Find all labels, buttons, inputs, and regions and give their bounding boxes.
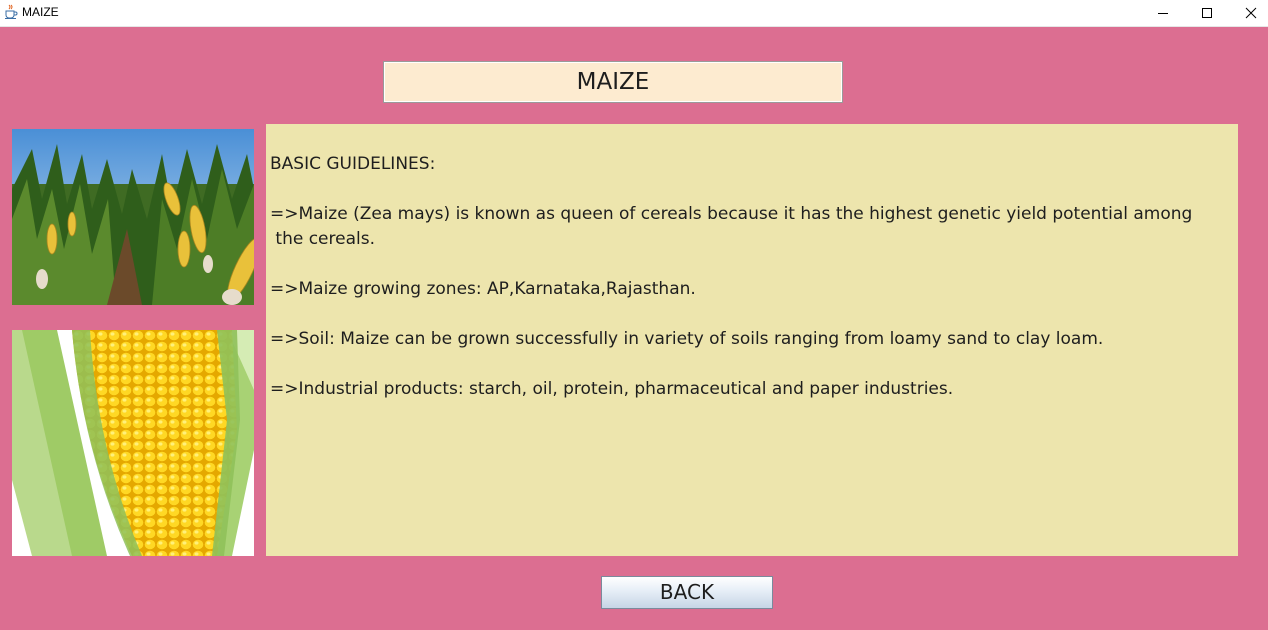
page-title: MAIZE — [383, 61, 843, 103]
guideline-item: =>Maize (Zea mays) is known as queen of … — [270, 204, 1193, 249]
corn-cob-photo — [12, 330, 254, 556]
maximize-icon — [1202, 8, 1212, 18]
guidelines-panel: BASIC GUIDELINES: =>Maize (Zea mays) is … — [266, 124, 1238, 556]
window-title: MAIZE — [22, 5, 59, 19]
close-icon — [1245, 7, 1257, 19]
content-pane: MAIZE BASIC GUIDELINES: =>Maize (Zea may… — [0, 27, 1268, 630]
guidelines-heading: BASIC GUIDELINES: — [270, 154, 436, 174]
maize-field-photo — [12, 129, 254, 305]
guideline-item: =>Soil: Maize can be grown successfully … — [270, 329, 1104, 349]
guideline-item: =>Maize growing zones: AP,Karnataka,Raja… — [270, 279, 696, 299]
guideline-item: =>Industrial products: starch, oil, prot… — [270, 379, 954, 399]
back-button[interactable]: BACK — [601, 576, 773, 609]
minimize-button[interactable] — [1140, 0, 1186, 26]
guidelines-text: BASIC GUIDELINES: =>Maize (Zea mays) is … — [270, 152, 1236, 427]
close-button[interactable] — [1228, 0, 1268, 26]
minimize-icon — [1158, 13, 1168, 14]
maximize-button[interactable] — [1184, 0, 1230, 26]
java-coffee-icon — [3, 4, 19, 20]
window-titlebar: MAIZE — [0, 0, 1268, 27]
